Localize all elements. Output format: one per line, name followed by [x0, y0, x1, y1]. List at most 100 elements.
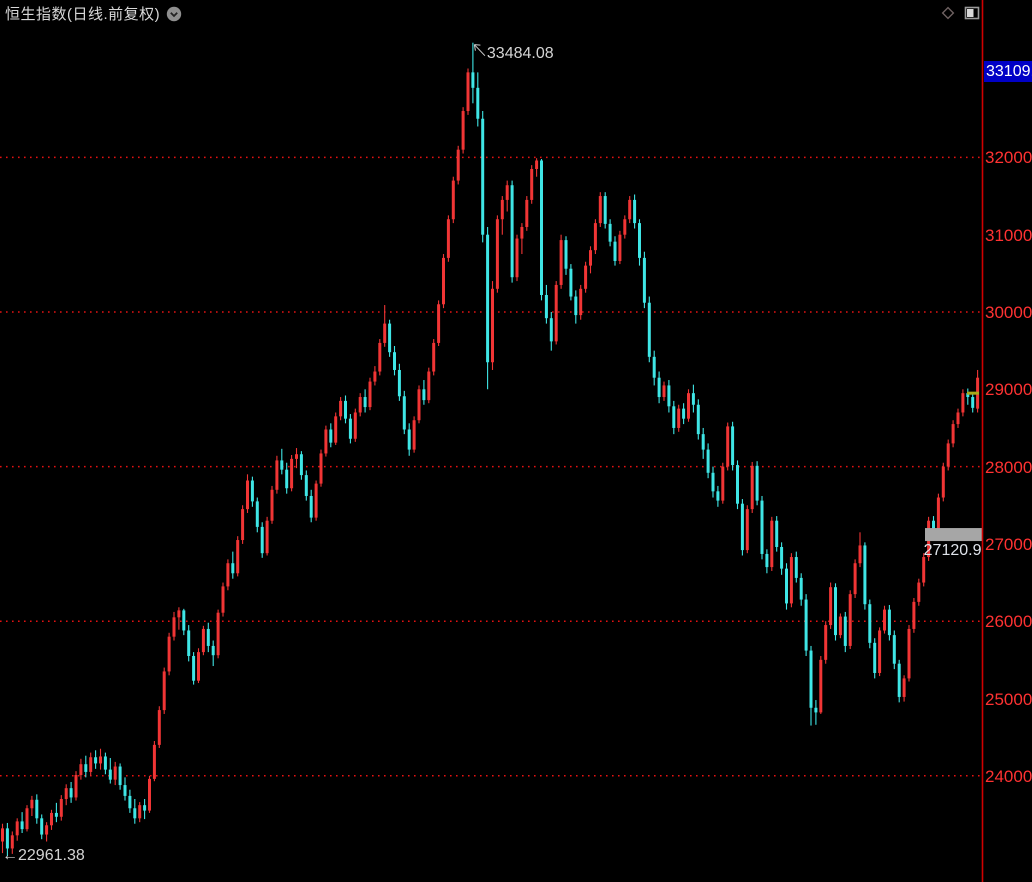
candle-body	[555, 285, 558, 341]
candle-body	[1, 828, 4, 841]
candle-body	[618, 235, 621, 261]
candle-body	[231, 563, 234, 573]
axis-tick-label: 30000	[985, 303, 1032, 322]
candle-body	[761, 501, 764, 554]
chevron-down-circle-icon[interactable]	[166, 6, 182, 22]
candle-body	[408, 429, 411, 449]
candle-body	[520, 227, 523, 239]
candle-body	[143, 805, 146, 810]
candle-body	[614, 242, 617, 261]
candle-body	[540, 160, 543, 295]
candle-body	[947, 443, 950, 466]
candle-body	[462, 111, 465, 150]
toolbar	[940, 5, 980, 21]
candle-body	[40, 818, 43, 834]
candle-body	[908, 629, 911, 678]
candle-body	[942, 467, 945, 498]
candle-body	[138, 805, 141, 818]
candle-body	[922, 557, 925, 583]
candle-body	[79, 764, 82, 775]
candle-body	[511, 185, 514, 277]
candle-body	[373, 372, 376, 382]
candle-body	[173, 617, 176, 636]
candle-body	[197, 652, 200, 681]
price-marker-line[interactable]	[925, 528, 983, 541]
candle-body	[716, 491, 719, 500]
candle-body	[584, 266, 587, 289]
candle-body	[697, 405, 700, 434]
candle-body	[628, 200, 631, 219]
candle-body	[378, 343, 381, 372]
candle-body	[418, 389, 421, 420]
candle-body	[187, 630, 190, 656]
candle-body	[16, 821, 19, 835]
peak-arrow	[474, 45, 485, 56]
candle-body	[481, 119, 484, 235]
candle-body	[819, 660, 822, 713]
candle-body	[707, 450, 710, 473]
candle-body	[805, 600, 808, 651]
candle-body	[712, 473, 715, 492]
candle-body	[912, 602, 915, 629]
candle-body	[50, 813, 53, 825]
candle-body	[746, 509, 749, 550]
candle-body	[422, 389, 425, 400]
panel-layout-icon[interactable]	[964, 5, 980, 21]
candle-body	[814, 708, 817, 713]
candlestick-chart[interactable]	[0, 0, 1032, 882]
candle-body	[780, 547, 783, 569]
candle-body	[574, 297, 577, 316]
candle-body	[467, 72, 470, 111]
candle-body	[261, 527, 264, 553]
candle-body	[398, 370, 401, 396]
candle-body	[893, 635, 896, 664]
candle-body	[883, 610, 886, 631]
candle-body	[506, 185, 509, 200]
candle-body	[21, 821, 24, 829]
candle-body	[849, 594, 852, 646]
candle-body	[163, 671, 166, 710]
candle-body	[687, 393, 690, 419]
candle-body	[104, 756, 107, 769]
diamond-tool-icon[interactable]	[940, 5, 956, 21]
candle-body	[359, 397, 362, 412]
candle-body	[207, 629, 210, 646]
candle-body	[334, 416, 337, 442]
candle-body	[765, 554, 768, 567]
axis-tick-label: 27000	[985, 535, 1032, 554]
candle-body	[168, 637, 171, 672]
candle-body	[226, 563, 229, 586]
candle-body	[682, 409, 685, 419]
candle-body	[241, 509, 244, 540]
candle-body	[903, 678, 906, 697]
candle-body	[643, 258, 646, 303]
axis-tick-label: 32000	[985, 148, 1032, 167]
candle-body	[648, 303, 651, 357]
candle-body	[736, 465, 739, 504]
candle-body	[829, 587, 832, 625]
candle-body	[320, 453, 323, 483]
axis-tick-label: 26000	[985, 612, 1032, 631]
candle-body	[354, 412, 357, 438]
candle-body	[349, 419, 352, 439]
candle-body	[834, 587, 837, 635]
candle-body	[290, 459, 293, 488]
candle-body	[663, 385, 666, 397]
candle-body	[329, 429, 332, 442]
candle-body	[726, 426, 729, 466]
candle-body	[550, 318, 553, 341]
candle-body	[177, 610, 180, 617]
candle-body	[55, 813, 58, 817]
candle-body	[305, 475, 308, 496]
candle-body	[961, 393, 964, 412]
candle-body	[393, 352, 396, 370]
candle-body	[653, 357, 656, 378]
candle-body	[971, 397, 974, 408]
candle-body	[790, 557, 793, 603]
candle-body	[599, 196, 602, 223]
candle-body	[432, 343, 435, 372]
candle-body	[579, 289, 582, 315]
candle-body	[128, 796, 131, 808]
candle-body	[770, 521, 773, 567]
chart-title: 恒生指数(日线.前复权)	[5, 3, 160, 24]
